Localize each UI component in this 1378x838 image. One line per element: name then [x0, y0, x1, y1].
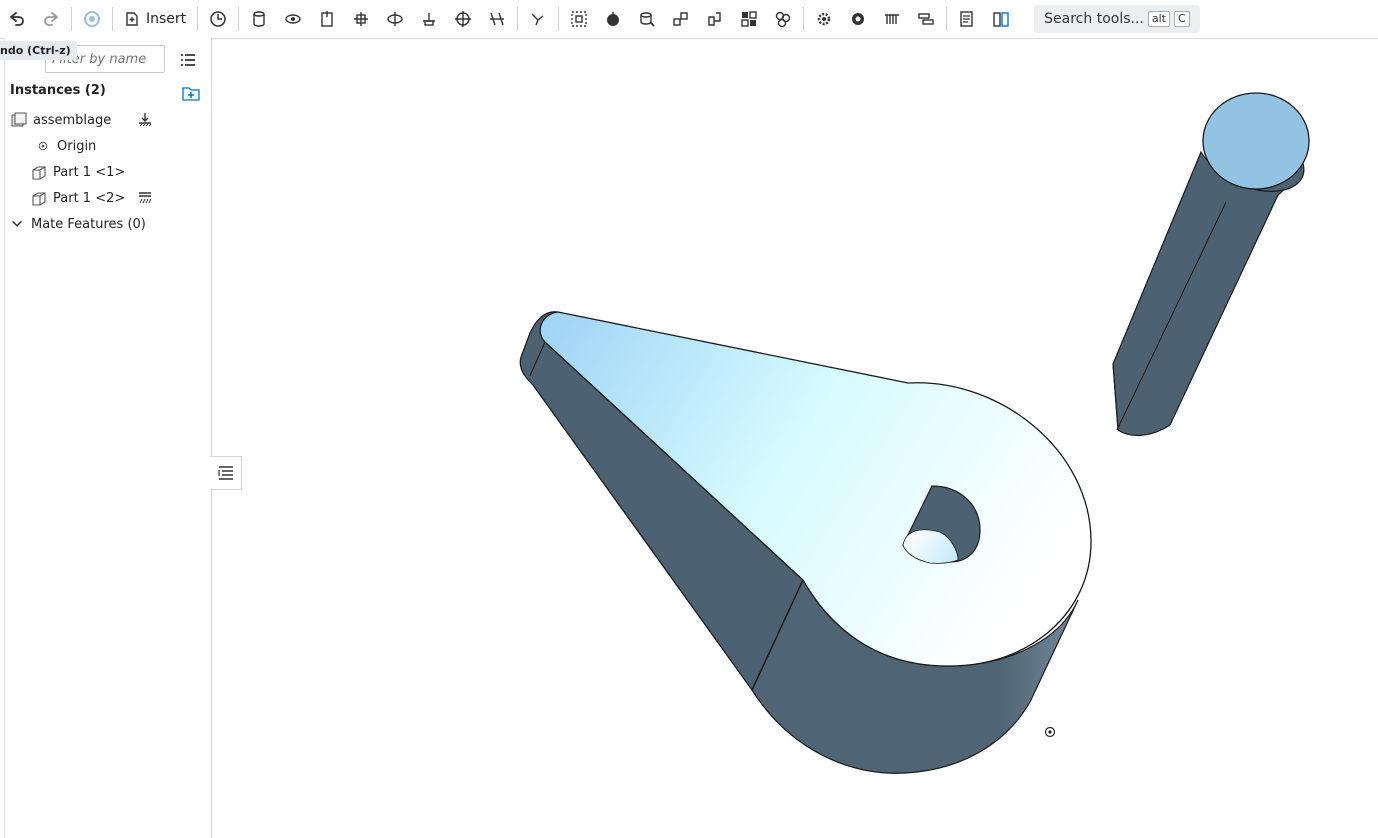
planar-icon [354, 12, 369, 26]
motion-icon [775, 11, 791, 28]
crank-part[interactable] [519, 311, 1092, 774]
graphics-viewport[interactable] [211, 39, 1378, 838]
tangent-mate-button[interactable] [521, 2, 555, 36]
mate-connector-icon [607, 12, 620, 26]
insert-icon [126, 12, 138, 26]
main-toolbar: Insert Search tools... alt C [0, 0, 1378, 39]
linear-relation-icon [918, 13, 934, 25]
measure-button[interactable] [984, 2, 1018, 36]
clock-icon [210, 11, 226, 27]
undo-button[interactable] [0, 2, 34, 36]
part-icon [31, 164, 47, 180]
group-icon [571, 11, 587, 27]
screw-icon [885, 14, 900, 24]
tree-item-part-1-2[interactable]: Part 1 <2> [31, 186, 125, 210]
bom-button[interactable] [950, 2, 984, 36]
undo-icon [10, 12, 24, 26]
toolbar-separator [803, 7, 805, 31]
toolbar-separator [558, 7, 560, 31]
replicate-icon [640, 12, 655, 27]
screw-relation-button[interactable] [875, 2, 909, 36]
pin-part[interactable] [1112, 92, 1313, 436]
ball-icon [455, 11, 472, 27]
cylindrical-icon [387, 12, 403, 26]
revolute-icon [285, 14, 301, 24]
part-icon [31, 190, 47, 206]
gear-icon [817, 12, 831, 26]
instances-title: Instances (2) [10, 83, 106, 98]
assembly-icon [11, 112, 27, 128]
tree-item-label: Part 1 <1> [53, 164, 126, 180]
search-tools-label: Search tools... [1044, 11, 1144, 27]
pin-slot-mate-button[interactable] [412, 2, 446, 36]
cylinder-icon [253, 11, 265, 27]
tree-item-label: Part 1 <2> [53, 190, 126, 206]
toolbar-separator [238, 7, 240, 31]
redo-button[interactable] [34, 2, 68, 36]
mate-features-group[interactable]: Mate Features (0) [9, 212, 146, 236]
slider-mate-button[interactable] [310, 2, 344, 36]
measure-icon [993, 12, 1009, 27]
exploded-view-icon [741, 11, 757, 27]
bill-of-materials-icon [960, 11, 973, 27]
insert-label: Insert [146, 11, 187, 27]
linear-pattern-button[interactable] [664, 2, 698, 36]
timeline-button[interactable] [201, 2, 235, 36]
world-origin-marker [1044, 726, 1056, 738]
toolbar-separator [197, 7, 199, 31]
tree-item-part-1-1[interactable]: Part 1 <1> [31, 160, 125, 184]
list-view-icon[interactable] [179, 51, 197, 69]
mate-connector-button[interactable] [596, 2, 630, 36]
shortcut-key-alt: alt [1147, 11, 1170, 27]
planar-mate-button[interactable] [344, 2, 378, 36]
fix-ground-icon[interactable] [137, 112, 153, 128]
tree-item-origin[interactable]: Origin [35, 134, 96, 158]
insert-button[interactable]: Insert [116, 4, 194, 34]
revolute-mate-button[interactable] [276, 2, 310, 36]
group-button[interactable] [562, 2, 596, 36]
parallel-icon [490, 12, 505, 26]
origin-icon [35, 138, 51, 154]
linear-relation-button[interactable] [909, 2, 943, 36]
grounded-icon [139, 192, 152, 204]
feature-list-panel: Instances (2) assemblage Origin Part 1 <… [4, 38, 212, 838]
add-folder-icon[interactable] [181, 84, 201, 102]
gear-relation-button[interactable] [807, 2, 841, 36]
fastened-mate-button[interactable] [242, 2, 276, 36]
regenerate-button[interactable] [75, 2, 109, 36]
shortcut-key-c: C [1173, 11, 1190, 27]
motion-button[interactable] [766, 2, 800, 36]
tangent-icon [531, 13, 544, 26]
rack-gear-icon [852, 13, 865, 25]
parallel-mate-button[interactable] [480, 2, 514, 36]
toolbar-separator [517, 7, 519, 31]
rack-pinion-button[interactable] [841, 2, 875, 36]
redo-icon [44, 12, 58, 26]
circular-pattern-icon [708, 12, 721, 26]
regenerate-icon [84, 11, 100, 27]
circular-pattern-button[interactable] [698, 2, 732, 36]
exploded-view-button[interactable] [732, 2, 766, 36]
tree-item-label: assemblage [33, 112, 112, 128]
chevron-down-icon [9, 216, 25, 232]
replicate-button[interactable] [630, 2, 664, 36]
pin-slot-icon [423, 13, 436, 26]
toolbar-separator [946, 7, 948, 31]
linear-pattern-icon [673, 12, 688, 26]
undo-tooltip: ndo (Ctrl-z) [0, 41, 77, 60]
slider-icon [321, 11, 333, 27]
mate-features-label: Mate Features (0) [31, 216, 146, 232]
search-tools-input[interactable]: Search tools... alt C [1034, 5, 1200, 33]
ball-mate-button[interactable] [446, 2, 480, 36]
toolbar-separator [71, 7, 72, 31]
tree-item-label: Origin [57, 138, 97, 154]
tree-item-assemblage[interactable]: assemblage [11, 108, 111, 132]
toolbar-separator [112, 7, 113, 31]
cylindrical-mate-button[interactable] [378, 2, 412, 36]
